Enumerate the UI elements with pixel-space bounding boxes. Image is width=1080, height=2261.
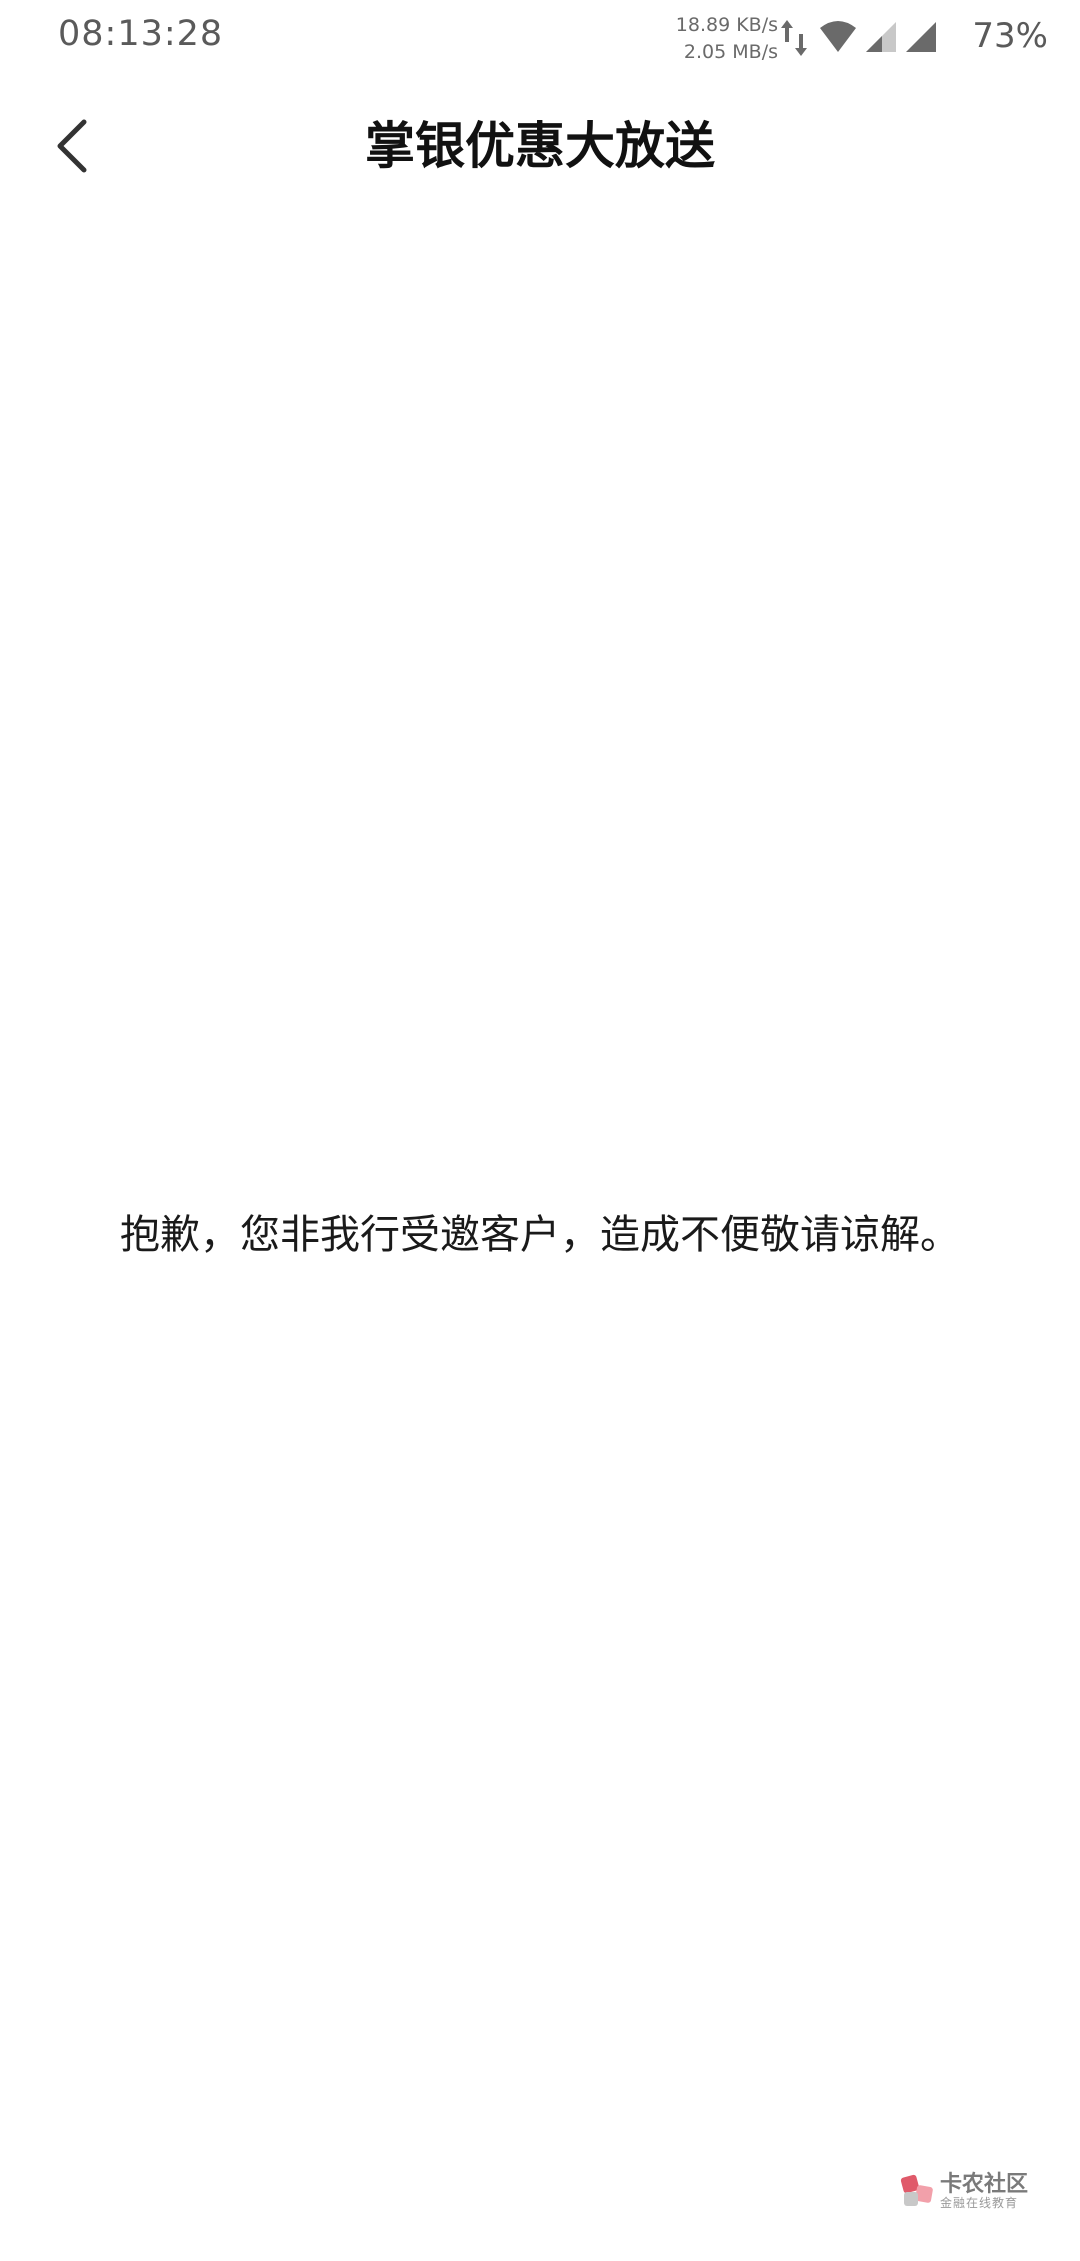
signal-icon	[906, 22, 936, 52]
data-arrows-icon	[781, 20, 807, 56]
battery-percentage: 73%	[972, 16, 1048, 56]
wifi-icon	[820, 21, 856, 52]
watermark: 卡农社区 金融在线教育	[898, 2166, 1048, 2218]
page-header: 掌银优惠大放送	[0, 90, 1080, 200]
chevron-left-icon	[57, 119, 87, 173]
download-speed: 2.05 MB/s	[683, 41, 778, 63]
network-speed: 18.89 KB/s 2.05 MB/s	[664, 12, 778, 66]
watermark-logo-icon	[900, 2174, 933, 2206]
status-bar: 08:13:28 18.89 KB/s 2.05 MB/s 73%	[0, 0, 1080, 80]
not-invited-message: 抱歉，您非我行受邀客户，造成不便敬请谅解。	[120, 1212, 960, 1258]
back-button[interactable]	[36, 110, 108, 182]
status-time: 08:13:28	[58, 14, 224, 54]
watermark-subtitle: 金融在线教育	[940, 2196, 1019, 2210]
page-title: 掌银优惠大放送	[365, 117, 715, 175]
upload-speed: 18.89 KB/s	[675, 14, 778, 36]
signal-icon	[866, 22, 896, 52]
